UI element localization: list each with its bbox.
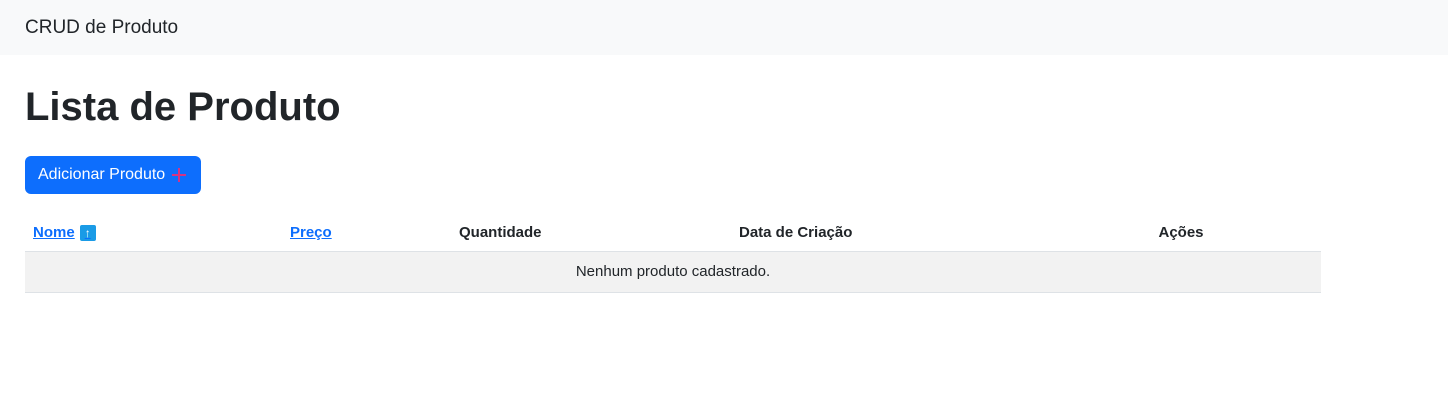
arrow-up-icon: ↑: [79, 224, 96, 241]
plus-icon: [171, 167, 187, 183]
column-header-quantidade: Quantidade: [451, 215, 731, 252]
empty-row: Nenhum produto cadastrado.: [25, 251, 1321, 293]
column-header-data-criacao: Data de Criação: [731, 215, 1041, 252]
table-header-row: Nome ↑ Preço Quantidade Data de Criação …: [25, 215, 1321, 252]
sort-by-preco-link[interactable]: Preço: [290, 224, 332, 241]
column-header-acoes: Ações: [1041, 215, 1321, 252]
products-table: Nome ↑ Preço Quantidade Data de Criação …: [25, 215, 1321, 293]
add-product-label: Adicionar Produto: [38, 166, 166, 183]
column-header-preco: Preço: [282, 215, 451, 252]
main-container: Lista de Produto Adicionar Produto Nome …: [0, 85, 1448, 293]
column-header-nome: Nome ↑: [25, 215, 282, 252]
navbar-brand[interactable]: CRUD de Produto: [25, 17, 178, 39]
sort-by-nome-link[interactable]: Nome ↑: [33, 224, 96, 241]
add-product-button[interactable]: Adicionar Produto: [25, 156, 202, 194]
column-label-nome: Nome: [33, 224, 75, 242]
page-title: Lista de Produto: [25, 85, 341, 129]
navbar: CRUD de Produto: [0, 0, 1448, 55]
empty-message: Nenhum produto cadastrado.: [25, 251, 1321, 293]
